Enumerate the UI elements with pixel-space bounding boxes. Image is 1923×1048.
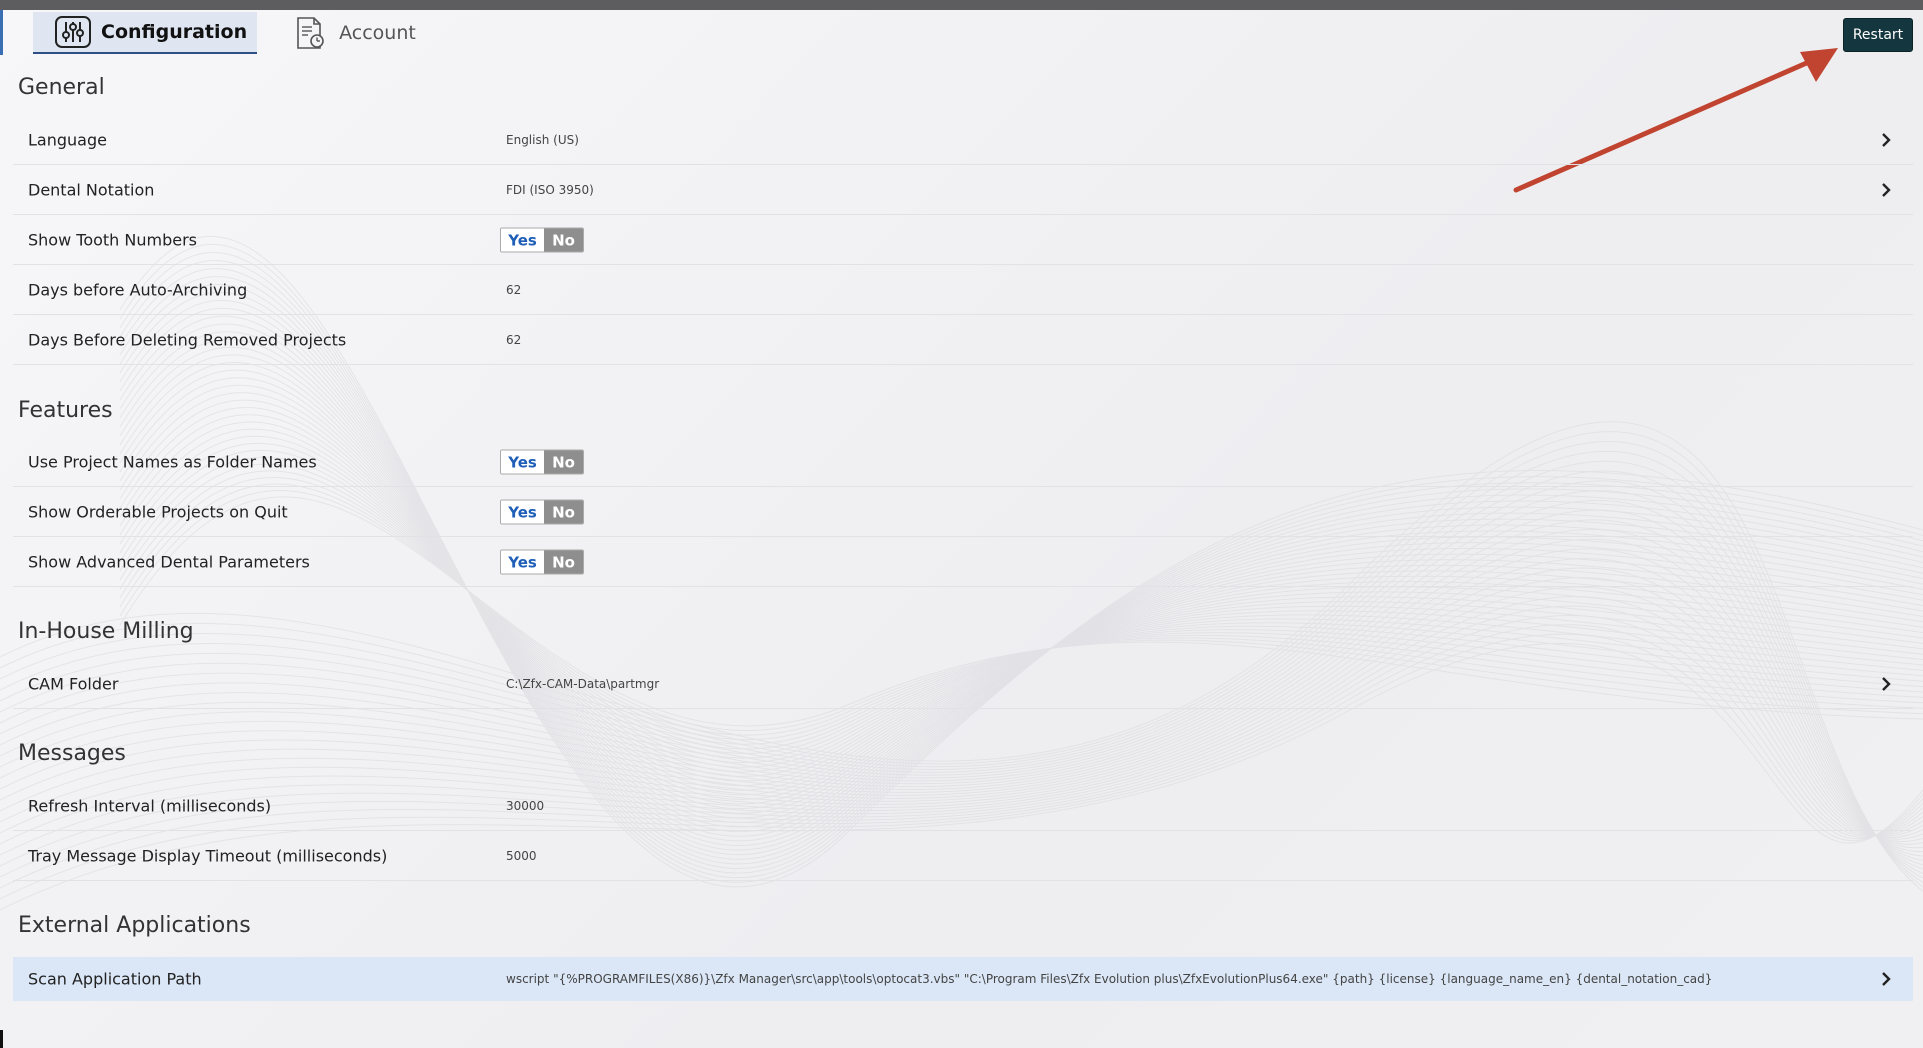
scan-path-label: Scan Application Path [28, 969, 202, 989]
setting-row-project-names: Use Project Names as Folder Names Yes No [13, 438, 1913, 487]
tab-account-label: Account [339, 22, 416, 44]
dental-notation-value: FDI (ISO 3950) [506, 183, 594, 197]
setting-row-advanced-dental: Show Advanced Dental Parameters Yes No [13, 538, 1913, 587]
scan-path-value: wscript "{%PROGRAMFILES(X86)}\Zfx Manage… [506, 972, 1713, 986]
toggle-no-option[interactable]: No [544, 228, 583, 252]
tray-timeout-value[interactable]: 5000 [506, 849, 537, 863]
section-title-features: Features [18, 398, 113, 423]
setting-row-refresh-interval[interactable]: Refresh Interval (milliseconds) 30000 [13, 782, 1913, 831]
account-document-icon [291, 15, 331, 51]
toggle-no-option[interactable]: No [544, 500, 583, 524]
cam-folder-label: CAM Folder [28, 674, 119, 694]
setting-row-dental-notation[interactable]: Dental Notation FDI (ISO 3950) [13, 166, 1913, 215]
top-tabs: Configuration Account [33, 12, 426, 54]
section-title-general: General [18, 75, 105, 100]
setting-row-days-auto-archiving[interactable]: Days before Auto-Archiving 62 [13, 266, 1913, 315]
refresh-interval-label: Refresh Interval (milliseconds) [28, 796, 272, 816]
refresh-interval-value[interactable]: 30000 [506, 799, 544, 813]
orderable-projects-toggle[interactable]: Yes No [500, 499, 584, 525]
section-title-milling: In-House Milling [18, 619, 194, 644]
setting-row-tray-timeout[interactable]: Tray Message Display Timeout (millisecon… [13, 832, 1913, 881]
language-label: Language [28, 130, 107, 150]
setting-row-language[interactable]: Language English (US) [13, 116, 1913, 165]
toggle-no-option[interactable]: No [544, 550, 583, 574]
setting-row-scan-application-path[interactable]: Scan Application Path wscript "{%PROGRAM… [13, 957, 1913, 1001]
tab-account[interactable]: Account [271, 12, 426, 54]
tray-timeout-label: Tray Message Display Timeout (millisecon… [28, 846, 388, 866]
days-auto-archiving-value[interactable]: 62 [506, 283, 521, 297]
show-tooth-numbers-label: Show Tooth Numbers [28, 230, 197, 250]
section-title-external: External Applications [18, 913, 251, 938]
chevron-right-icon [1879, 183, 1893, 197]
toggle-yes-option[interactable]: Yes [501, 228, 544, 252]
show-tooth-numbers-toggle[interactable]: Yes No [500, 227, 584, 253]
toggle-yes-option[interactable]: Yes [501, 450, 544, 474]
chevron-right-icon [1879, 972, 1893, 986]
cam-folder-value: C:\Zfx-CAM-Data\partmgr [506, 677, 660, 691]
setting-row-cam-folder[interactable]: CAM Folder C:\Zfx-CAM-Data\partmgr [13, 660, 1913, 709]
setting-row-days-deleting[interactable]: Days Before Deleting Removed Projects 62 [13, 316, 1913, 365]
setting-row-orderable-projects: Show Orderable Projects on Quit Yes No [13, 488, 1913, 537]
language-value: English (US) [506, 133, 579, 147]
settings-page: Configuration Account Restart General La… [0, 10, 1923, 1048]
days-deleting-value[interactable]: 62 [506, 333, 521, 347]
tab-configuration[interactable]: Configuration [33, 12, 258, 54]
toggle-yes-option[interactable]: Yes [501, 550, 544, 574]
days-auto-archiving-label: Days before Auto-Archiving [28, 280, 248, 300]
advanced-dental-toggle[interactable]: Yes No [500, 549, 584, 575]
project-names-toggle[interactable]: Yes No [500, 449, 584, 475]
project-names-label: Use Project Names as Folder Names [28, 452, 317, 472]
window-left-accent [0, 10, 3, 55]
chevron-right-icon [1879, 133, 1893, 147]
chevron-right-icon [1879, 677, 1893, 691]
toggle-yes-option[interactable]: Yes [501, 500, 544, 524]
days-deleting-label: Days Before Deleting Removed Projects [28, 330, 347, 350]
dental-notation-label: Dental Notation [28, 180, 155, 200]
restart-button[interactable]: Restart [1843, 18, 1913, 52]
tab-configuration-label: Configuration [101, 21, 248, 43]
toggle-no-option[interactable]: No [544, 450, 583, 474]
setting-row-show-tooth-numbers: Show Tooth Numbers Yes No [13, 216, 1913, 265]
window-left-edge-bottom [0, 1030, 3, 1048]
window-top-strip [0, 0, 1923, 10]
advanced-dental-label: Show Advanced Dental Parameters [28, 552, 310, 572]
section-title-messages: Messages [18, 741, 126, 766]
orderable-projects-label: Show Orderable Projects on Quit [28, 502, 288, 522]
sliders-icon [53, 14, 93, 50]
